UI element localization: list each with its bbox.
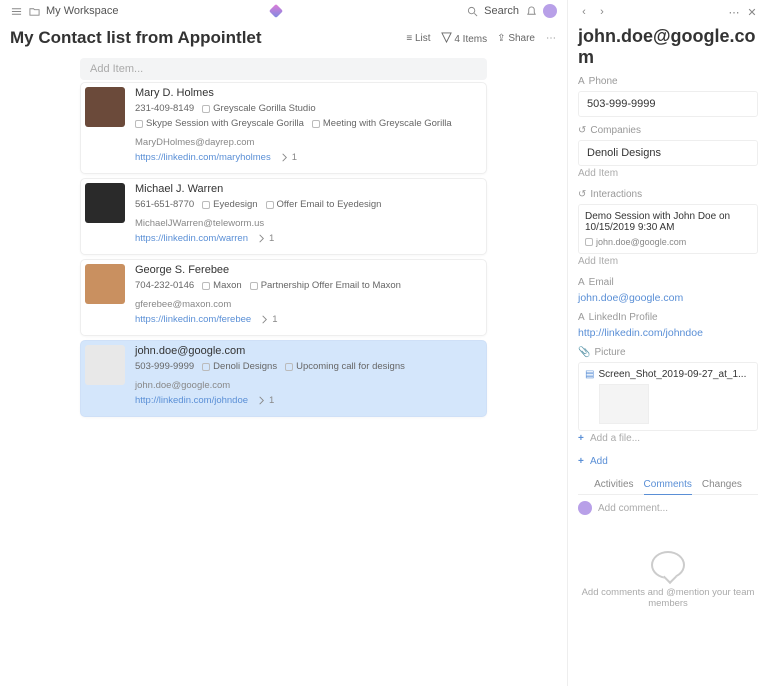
link-icon: ↺ [578, 189, 586, 200]
nav-forward-icon[interactable]: › [596, 6, 608, 18]
contact-card[interactable]: George S. Ferebee 704-232-0146 Maxon Par… [80, 259, 487, 336]
contact-phone: 231-409-8149 [135, 103, 194, 114]
contact-name: Mary D. Holmes [135, 87, 480, 99]
company-value[interactable]: Denoli Designs [578, 140, 758, 166]
email-value[interactable]: john.doe@google.com [578, 292, 758, 304]
main-panel: My Workspace Search My Contact list from… [0, 0, 568, 686]
search-label[interactable]: Search [484, 5, 519, 17]
contact-photo [85, 87, 125, 127]
contact-name: john.doe@google.com [135, 345, 480, 357]
topbar: My Workspace Search [0, 0, 567, 22]
contact-photo [85, 264, 125, 304]
items-count[interactable]: 4 Items [441, 32, 488, 45]
attachment-icon: 📎 [578, 347, 590, 358]
page-header: My Contact list from Appointlet ≡ List 4… [0, 22, 567, 58]
contact-name: Michael J. Warren [135, 183, 480, 195]
empty-state: Add comments and @mention your team memb… [578, 521, 758, 639]
comment-input[interactable]: Add comment... [598, 503, 668, 514]
contact-name: George S. Ferebee [135, 264, 480, 276]
menu-icon[interactable] [10, 5, 22, 17]
tab-activities[interactable]: Activities [594, 479, 633, 490]
phone-value[interactable]: 503-999-9999 [578, 91, 758, 117]
file-attachment[interactable]: ▤Screen_Shot_2019-09-27_at_1... [578, 362, 758, 431]
avatar [578, 501, 592, 515]
contact-email: MaryDHolmes@dayrep.com [135, 137, 254, 148]
more-icon[interactable]: ⋯ [545, 32, 557, 44]
contact-list: Add Item... Mary D. Holmes 231-409-8149 … [0, 58, 567, 421]
link-icon: ↺ [578, 125, 586, 136]
add-company[interactable]: Add Item [578, 166, 758, 181]
attachment-count: 1 [279, 152, 297, 163]
add-interaction[interactable]: Add Item [578, 254, 758, 269]
contact-card[interactable]: Michael J. Warren 561-651-8770 Eyedesign… [80, 178, 487, 255]
speech-bubble-icon [651, 551, 685, 579]
interaction-item[interactable]: Demo Session with John Doe on 10/15/2019… [578, 204, 758, 254]
linkedin-value[interactable]: http://linkedin.com/johndoe [578, 327, 758, 339]
folder-icon [28, 5, 40, 17]
app-logo-icon [269, 4, 283, 18]
search-icon[interactable] [466, 5, 478, 17]
page-title: My Contact list from Appointlet [10, 28, 406, 48]
contact-photo [85, 345, 125, 385]
contact-photo [85, 183, 125, 223]
detail-title: john.doe@google.com [578, 24, 758, 76]
contact-linkedin[interactable]: https://linkedin.com/maryholmes [135, 152, 271, 163]
tab-changes[interactable]: Changes [702, 479, 742, 490]
text-icon: A [578, 76, 585, 87]
add-file[interactable]: +Add a file... [578, 431, 758, 446]
close-icon[interactable]: ✕ [746, 6, 758, 18]
file-icon: ▤ [585, 369, 594, 380]
detail-tabs: Activities Comments Changes [578, 475, 758, 495]
nav-back-icon[interactable]: ‹ [578, 6, 590, 18]
detail-panel: ‹ › ⋯ ✕ john.doe@google.com APhone 503-9… [568, 0, 768, 686]
workspace-name[interactable]: My Workspace [46, 5, 119, 17]
add-item-input[interactable]: Add Item... [80, 58, 487, 80]
tab-comments[interactable]: Comments [644, 479, 692, 495]
more-icon[interactable]: ⋯ [728, 6, 740, 18]
bell-icon[interactable] [525, 5, 537, 17]
add-field[interactable]: +Add [578, 454, 758, 469]
file-thumbnail [599, 384, 649, 424]
contact-card[interactable]: Mary D. Holmes 231-409-8149 Greyscale Go… [80, 82, 487, 174]
share-button[interactable]: ⇪ Share [497, 33, 535, 44]
view-list[interactable]: ≡ List [406, 33, 430, 44]
avatar[interactable] [543, 4, 557, 18]
contact-card-selected[interactable]: john.doe@google.com 503-999-9999 Denoli … [80, 340, 487, 417]
